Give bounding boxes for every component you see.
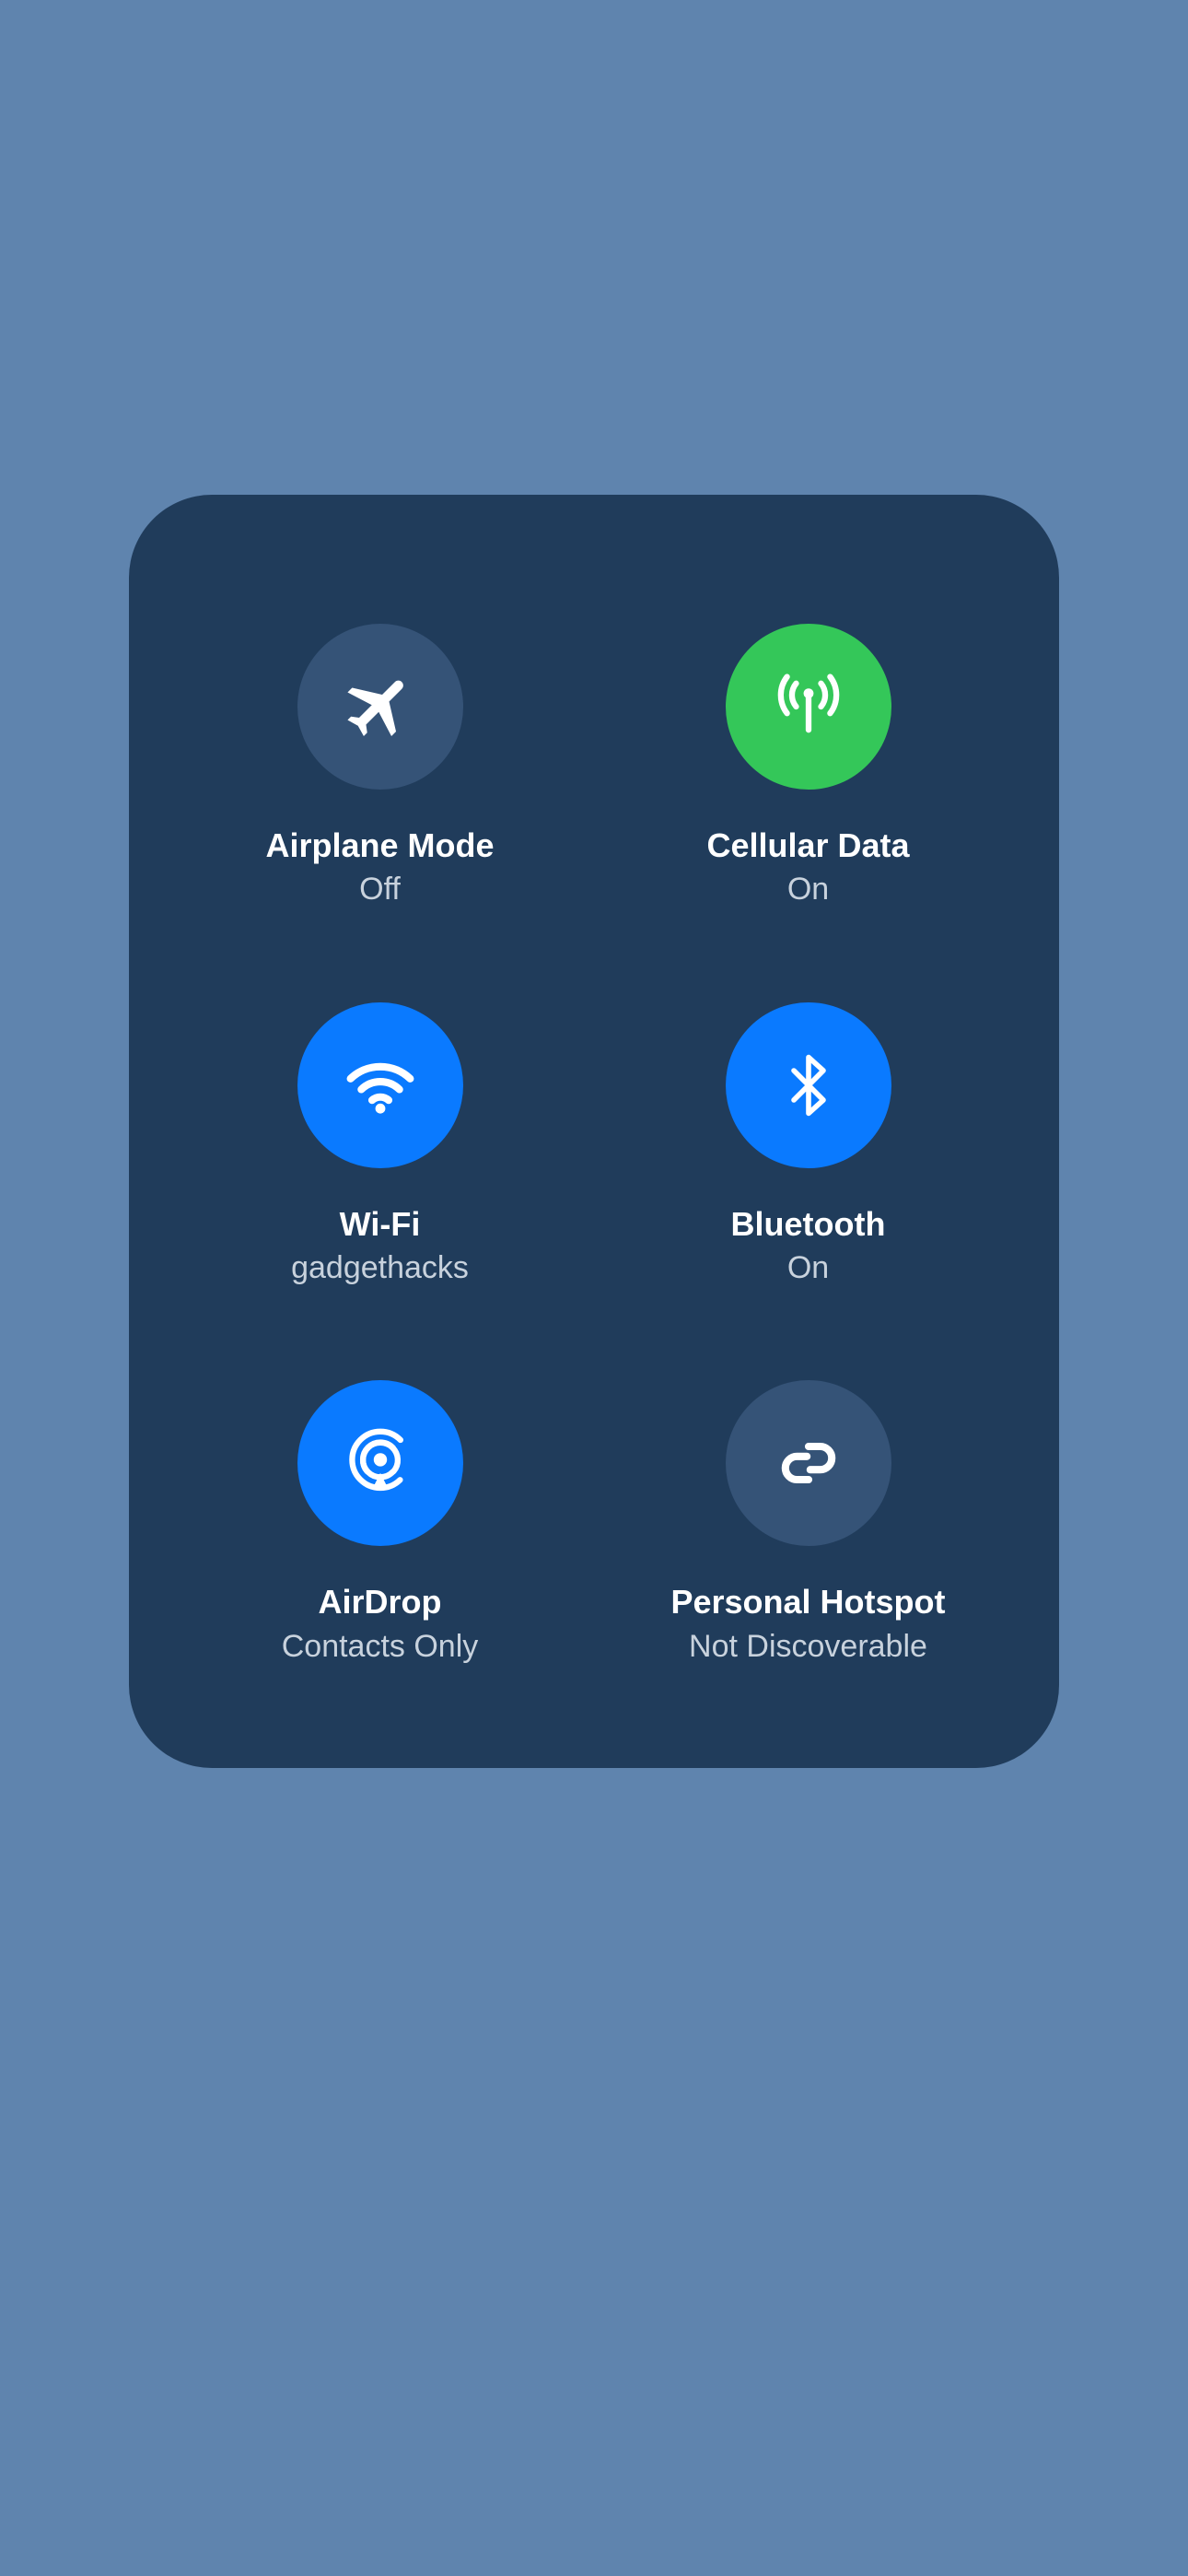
personal-hotspot-toggle[interactable]: Personal Hotspot Not Discoverable (612, 1380, 1004, 1667)
wifi-status: gadgethacks (291, 1247, 469, 1288)
personal-hotspot-status: Not Discoverable (689, 1626, 927, 1667)
bluetooth-button (726, 1002, 891, 1168)
cellular-data-toggle[interactable]: Cellular Data On (612, 624, 1004, 910)
cellular-data-status: On (787, 869, 829, 909)
wifi-icon (339, 1044, 422, 1127)
airplane-mode-toggle[interactable]: Airplane Mode Off (184, 624, 576, 910)
airdrop-icon (339, 1422, 422, 1505)
wifi-button (297, 1002, 463, 1168)
airdrop-status: Contacts Only (282, 1626, 479, 1667)
personal-hotspot-button (726, 1380, 891, 1546)
airplane-mode-status: Off (359, 869, 401, 909)
airplane-mode-button (297, 624, 463, 790)
airdrop-label: AirDrop (319, 1581, 442, 1624)
cellular-icon (767, 665, 850, 748)
cellular-data-button (726, 624, 891, 790)
airdrop-button (297, 1380, 463, 1546)
personal-hotspot-label: Personal Hotspot (670, 1581, 945, 1624)
airplane-mode-label: Airplane Mode (265, 825, 494, 868)
airdrop-toggle[interactable]: AirDrop Contacts Only (184, 1380, 576, 1667)
cellular-data-label: Cellular Data (706, 825, 909, 868)
bluetooth-label: Bluetooth (731, 1203, 886, 1247)
bluetooth-toggle[interactable]: Bluetooth On (612, 1002, 1004, 1289)
hotspot-icon (767, 1422, 850, 1505)
airplane-icon (341, 667, 419, 745)
wifi-toggle[interactable]: Wi-Fi gadgethacks (184, 1002, 576, 1289)
wifi-label: Wi-Fi (340, 1203, 421, 1247)
bluetooth-status: On (787, 1247, 829, 1288)
connectivity-panel: Airplane Mode Off Cellular Data On (129, 495, 1059, 1769)
bluetooth-icon (772, 1048, 845, 1122)
